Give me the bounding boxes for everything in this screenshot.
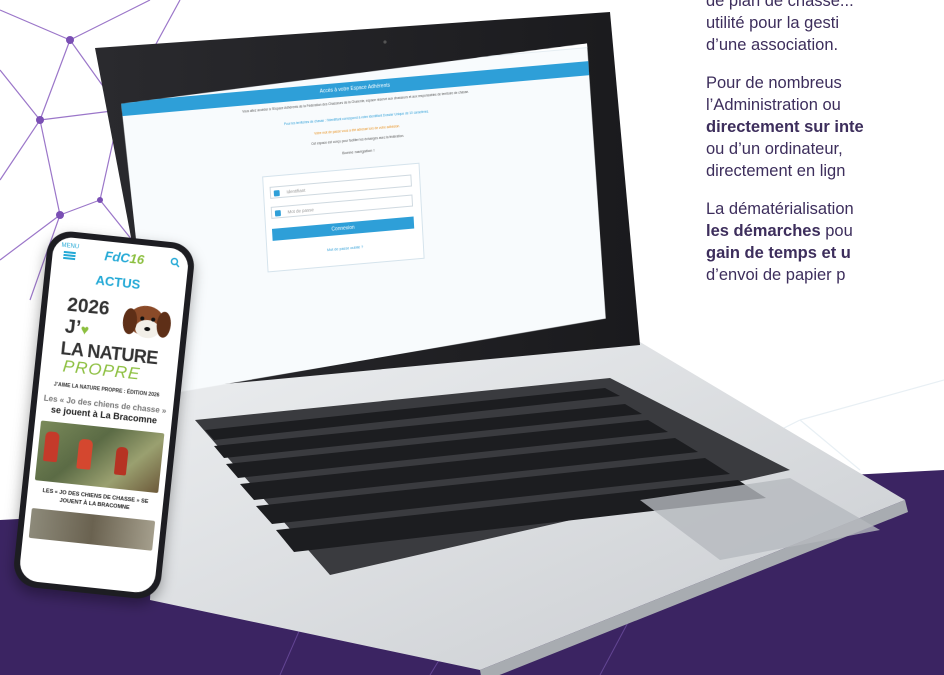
paragraph-line: La dématérialisation — [706, 200, 854, 218]
brand-main: FdC — [103, 247, 131, 266]
intro-line: utilité pour la gesti — [706, 14, 839, 32]
intro-line: de plan de chasse... — [706, 0, 854, 10]
paragraph-line: d’envoi de papier p — [706, 266, 846, 284]
hero-j: J’♥ — [64, 316, 90, 340]
paragraph-line: Pour de nombreus — [706, 74, 842, 92]
next-article-photo[interactable] — [28, 507, 156, 551]
news-hero-image[interactable]: 2026 J’♥ LA NATURE PROPRE — [46, 289, 179, 389]
paragraph-line-bold: gain de temps et u — [706, 244, 851, 262]
help-note: Cet espace est conçu pour faciliter les … — [311, 133, 405, 146]
article-photo[interactable] — [34, 420, 165, 494]
connect-button[interactable]: Connexion — [272, 216, 414, 240]
paragraph-line-bold: directement sur inte — [706, 118, 864, 136]
paragraph-line: ou d’un ordinateur, — [706, 140, 843, 158]
password-placeholder: Mot de passe — [287, 207, 314, 215]
hunter-figure — [76, 438, 94, 470]
hunter-figure — [42, 431, 60, 463]
paragraph-line-bold: les démarches — [706, 222, 821, 240]
heart-icon: ♥ — [79, 321, 90, 338]
login-form: Identifiant Mot de passe Connexion Mot d… — [262, 163, 424, 273]
intro-line: d’une association. — [706, 36, 839, 54]
menu-button[interactable]: MENU — [60, 243, 79, 261]
brand-number: 16 — [129, 250, 145, 267]
paragraph-line: pou — [820, 222, 853, 240]
identifier-field[interactable]: Identifiant — [270, 174, 412, 198]
identifier-placeholder: Identifiant — [286, 187, 306, 195]
menu-label: MENU — [61, 242, 80, 251]
paragraph-line: l’Administration ou — [706, 96, 841, 114]
password-field[interactable]: Mot de passe — [271, 194, 413, 218]
paragraph-line: directement en lign — [706, 162, 846, 180]
lock-icon — [275, 210, 281, 217]
forgot-password-link[interactable]: Mot de passe oublié ? — [268, 240, 423, 258]
user-icon — [274, 190, 280, 197]
search-icon[interactable] — [170, 257, 181, 268]
site-logo[interactable]: FdC16 — [104, 248, 145, 267]
dog-illustration-icon — [122, 305, 171, 339]
intro-text-block: de plan de chasse... utilité pour la ges… — [706, 0, 944, 302]
hamburger-icon — [62, 250, 76, 261]
hunter-figure — [113, 446, 129, 476]
